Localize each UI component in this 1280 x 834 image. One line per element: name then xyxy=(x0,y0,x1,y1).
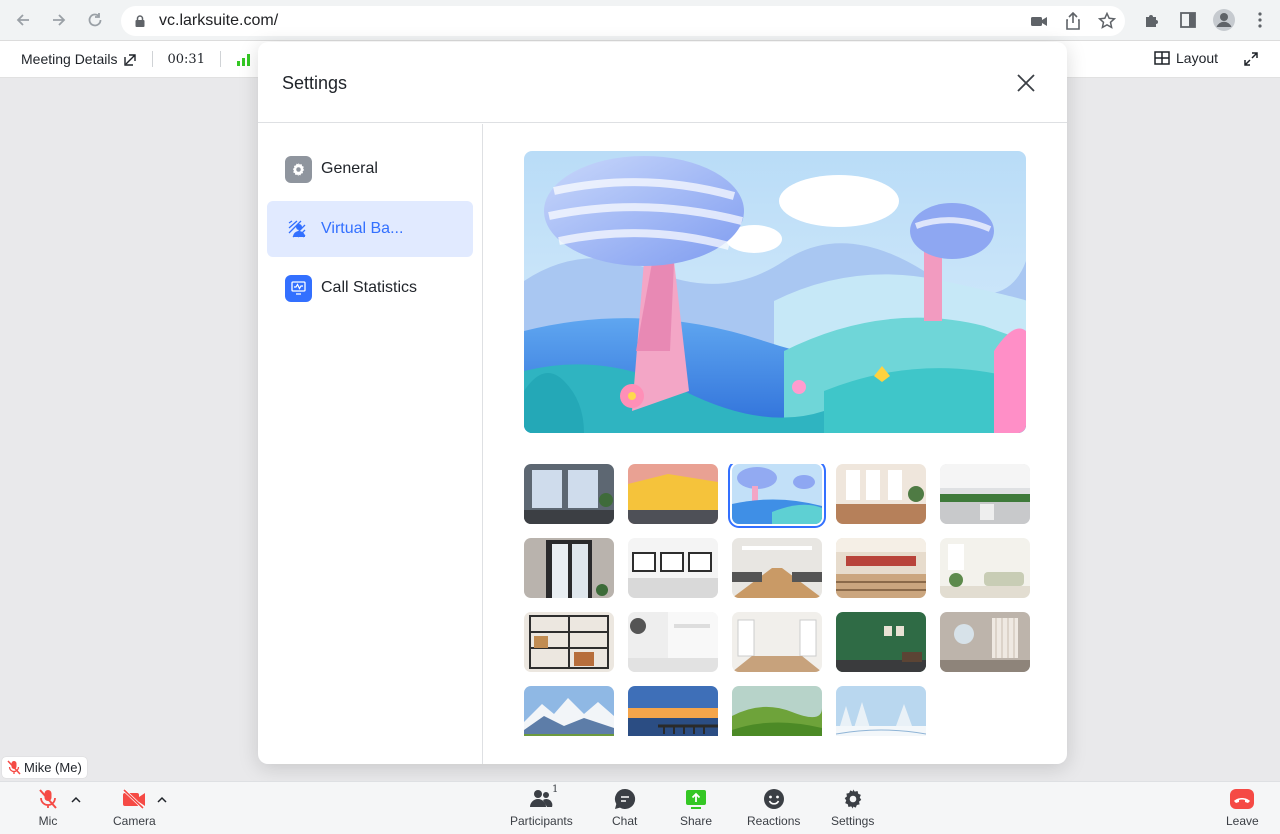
background-thumb-cartoon-landscape[interactable] xyxy=(728,464,826,528)
reload-icon xyxy=(88,13,102,27)
background-thumb-glass-door[interactable] xyxy=(524,538,614,598)
gear-icon xyxy=(844,789,861,809)
meeting-control-bar: Mic Camera 1 Participants Chat Share Rea… xyxy=(0,781,1280,834)
close-icon[interactable] xyxy=(1015,72,1037,94)
back-button[interactable] xyxy=(5,2,41,38)
sidebar-item-label: Call Statistics xyxy=(321,279,418,296)
share-page-icon[interactable] xyxy=(1061,9,1085,33)
gear-icon xyxy=(285,155,312,183)
smiley-icon xyxy=(763,789,784,809)
participants-count: 1 xyxy=(551,784,559,795)
sidebar-item-call-statistics[interactable]: Call Statistics xyxy=(267,260,473,316)
self-name-tag: Mike (Me) xyxy=(2,757,87,778)
hang-up-icon xyxy=(1230,789,1255,809)
lock-icon xyxy=(135,15,145,27)
forward-button[interactable] xyxy=(41,2,77,38)
dialog-title: Settings xyxy=(282,73,348,93)
settings-dialog: Settings General Virtual Ba... Call Stat… xyxy=(258,42,1067,764)
share-button[interactable]: Share xyxy=(680,788,712,828)
participants-icon xyxy=(530,790,553,807)
layout-button[interactable]: Layout xyxy=(1154,50,1218,66)
chevron-up-icon[interactable] xyxy=(71,796,81,803)
reactions-button[interactable]: Reactions xyxy=(747,788,800,828)
leave-button[interactable]: Leave xyxy=(1226,788,1259,828)
meeting-timer: 00:31 xyxy=(167,51,205,67)
arrow-left-icon xyxy=(16,14,29,26)
virtual-background-icon xyxy=(285,216,312,243)
self-name: Mike (Me) xyxy=(24,760,82,775)
divider xyxy=(151,51,153,67)
camera-label: Camera xyxy=(113,814,156,828)
background-gallery xyxy=(524,464,1034,736)
background-thumb-sunset-pier[interactable] xyxy=(628,686,718,736)
background-thumb-modern-lounge[interactable] xyxy=(940,612,1030,672)
network-signal-icon[interactable] xyxy=(236,53,252,66)
sidebar-item-label: General xyxy=(321,160,378,177)
chat-label: Chat xyxy=(612,814,638,828)
dialog-header: Settings xyxy=(258,42,1067,123)
sidebar-item-virtual-background[interactable]: Virtual Ba... xyxy=(267,201,473,257)
sidebar-item-label: Virtual Ba... xyxy=(321,220,404,237)
background-thumb-bookshelf[interactable] xyxy=(524,612,614,672)
background-thumb-green-wall[interactable] xyxy=(836,612,926,672)
mic-label: Mic xyxy=(38,814,58,828)
background-thumb-green-hills[interactable] xyxy=(732,686,822,736)
chat-button[interactable]: Chat xyxy=(612,788,637,828)
mic-muted-icon xyxy=(39,789,57,809)
background-thumb-open-office-plants[interactable] xyxy=(940,464,1030,524)
bookmark-star-icon[interactable] xyxy=(1095,9,1119,33)
sidebar-item-general[interactable]: General xyxy=(267,141,473,197)
cartoon-landscape-image xyxy=(524,151,1026,433)
background-thumb-snowy-forest[interactable] xyxy=(836,686,926,736)
grid-layout-icon xyxy=(1154,51,1170,65)
background-thumb-bright-living-room[interactable] xyxy=(940,538,1030,598)
settings-button[interactable]: Settings xyxy=(831,788,874,828)
background-thumb-empty-room[interactable] xyxy=(732,612,822,672)
participants-label: Participants xyxy=(510,814,573,828)
divider xyxy=(219,51,221,67)
reload-button[interactable] xyxy=(77,2,113,38)
layout-label: Layout xyxy=(1176,50,1219,66)
reactions-label: Reactions xyxy=(747,814,801,828)
camera-off-icon xyxy=(123,788,146,810)
address-bar[interactable]: vc.larksuite.com/ xyxy=(121,6,1125,36)
mic-button[interactable]: Mic xyxy=(37,788,59,828)
leave-label: Leave xyxy=(1226,814,1259,828)
virtual-background-panel xyxy=(484,124,1067,764)
url-text[interactable]: vc.larksuite.com/ xyxy=(159,12,278,30)
meeting-details-button[interactable]: Meeting Details xyxy=(21,51,137,67)
mic-muted-icon xyxy=(7,760,21,775)
share-screen-icon xyxy=(686,790,707,809)
browser-toolbar: vc.larksuite.com/ xyxy=(0,0,1280,41)
background-thumb-mountains[interactable] xyxy=(524,686,614,736)
background-thumb-yellow-pink-wall[interactable] xyxy=(628,464,718,524)
meeting-details-label: Meeting Details xyxy=(21,51,118,67)
background-preview xyxy=(524,151,1026,433)
settings-sidebar: General Virtual Ba... Call Statistics xyxy=(258,124,483,764)
chart-icon xyxy=(285,274,312,302)
chevron-up-icon[interactable] xyxy=(157,796,167,803)
side-panel-icon[interactable] xyxy=(1176,8,1200,32)
background-thumb-conference-hall[interactable] xyxy=(732,538,822,598)
background-thumb-meeting-room-white[interactable] xyxy=(628,538,718,598)
arrow-right-icon xyxy=(53,14,66,26)
profile-avatar-icon[interactable] xyxy=(1212,8,1236,32)
camera-permission-icon[interactable] xyxy=(1027,9,1051,33)
fullscreen-icon[interactable] xyxy=(1243,51,1259,67)
participants-button[interactable]: 1 Participants xyxy=(510,784,573,828)
background-thumb-office-window[interactable] xyxy=(524,464,614,524)
chat-bubble-icon xyxy=(614,788,635,809)
kebab-menu-icon[interactable] xyxy=(1248,8,1272,32)
background-thumb-lecture-hall[interactable] xyxy=(836,538,926,598)
camera-button[interactable]: Camera xyxy=(113,788,156,828)
share-label: Share xyxy=(680,814,713,828)
extensions-puzzle-icon[interactable] xyxy=(1140,8,1164,32)
settings-label: Settings xyxy=(831,814,875,828)
background-thumb-cafe-interior[interactable] xyxy=(836,464,926,524)
external-link-icon xyxy=(123,53,136,66)
background-thumb-white-corner[interactable] xyxy=(628,612,718,672)
